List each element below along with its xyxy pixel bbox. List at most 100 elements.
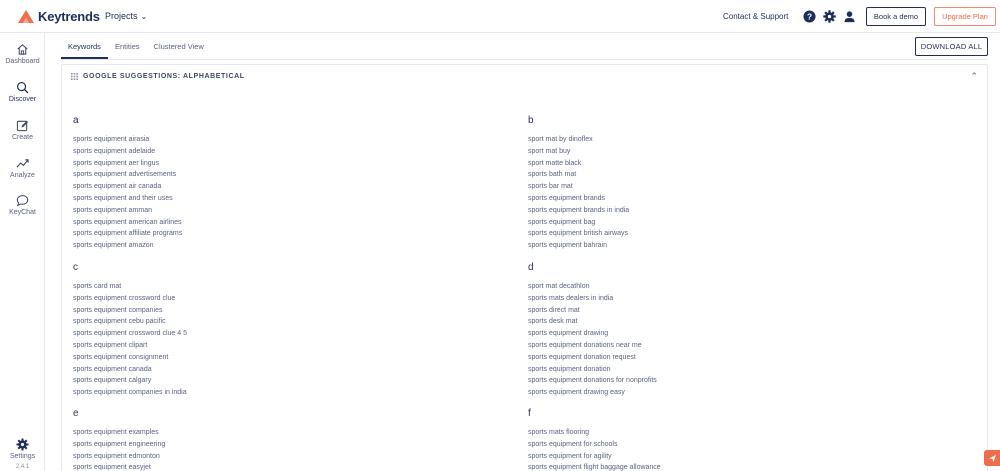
sidebar-item-create[interactable]: Create <box>0 119 45 141</box>
keyword-item[interactable]: sports mats flooring <box>528 427 928 439</box>
keyword-item[interactable]: sports equipment crossword clue <box>73 293 473 305</box>
sidebar-item-dashboard[interactable]: Dashboard <box>0 43 45 65</box>
keyword-item[interactable]: sports equipment engineering <box>73 439 473 451</box>
group-letter: b <box>528 115 534 126</box>
keyword-item[interactable]: sports equipment donations for nonprofit… <box>528 375 928 387</box>
app-name: Keytrends <box>38 9 100 24</box>
group-letter: f <box>528 408 531 419</box>
keyword-item[interactable]: sports equipment adelaide <box>73 146 473 158</box>
keyword-item[interactable]: sports equipment british airways <box>528 228 928 240</box>
send-icon <box>988 454 996 462</box>
feedback-button[interactable] <box>984 450 1000 466</box>
group-letter: d <box>528 262 534 273</box>
version-label: 2.4.1 <box>15 464 30 470</box>
sidebar-label-create: Create <box>11 134 33 141</box>
book-demo-button[interactable]: Book a demo <box>866 7 926 26</box>
keyword-item[interactable]: sports equipment cebu pacific <box>73 316 473 328</box>
keyword-item[interactable]: sports bar mat <box>528 181 928 193</box>
keyword-item[interactable]: sports equipment companies in india <box>73 387 473 399</box>
sidebar-item-keychat[interactable]: KeyChat <box>0 194 45 216</box>
keyword-item[interactable]: sports equipment bag <box>528 217 928 229</box>
gear-icon[interactable] <box>823 10 836 23</box>
home-icon <box>17 44 28 55</box>
group-letter: c <box>73 262 78 273</box>
keyword-item[interactable]: sports equipment airasia <box>73 134 473 146</box>
help-icon[interactable]: ? <box>803 10 816 23</box>
keyword-item[interactable]: sports equipment advertisements <box>73 169 473 181</box>
tab-entities[interactable]: Entities <box>108 40 147 59</box>
group-letter: e <box>73 408 79 419</box>
keyword-item[interactable]: sport mat buy <box>528 146 928 158</box>
keyword-item[interactable]: sports equipment donation <box>528 364 928 376</box>
chevron-down-icon: ⌄ <box>140 11 148 21</box>
keyword-item[interactable]: sports equipment flight baggage allowanc… <box>528 462 928 471</box>
keyword-item[interactable]: sports equipment air canada <box>73 181 473 193</box>
keyword-item[interactable]: sports equipment crossword clue 4 5 <box>73 328 473 340</box>
group-letter: a <box>73 115 79 126</box>
keyword-item[interactable]: sports equipment and their uses <box>73 193 473 205</box>
sidebar-item-discover[interactable]: Discover <box>0 81 45 103</box>
keyword-item[interactable]: sports equipment drawing <box>528 328 928 340</box>
trend-icon <box>16 159 29 168</box>
keyword-item[interactable]: sports equipment brands <box>528 193 928 205</box>
keyword-item[interactable]: sports equipment edmonton <box>73 451 473 463</box>
group-d: d sport mat decathlon sports mats dealer… <box>528 262 928 399</box>
keyword-item[interactable]: sports equipment calgary <box>73 375 473 387</box>
keyword-item[interactable]: sports equipment clipart <box>73 340 473 352</box>
chat-icon <box>16 195 29 207</box>
upgrade-plan-button[interactable]: Upgrade Plan <box>934 7 996 26</box>
card-header: GOOGLE SUGGESTIONS: ALPHABETICAL <box>71 73 245 80</box>
keyword-item[interactable]: sports equipment easyjet <box>73 462 473 471</box>
keyword-item[interactable]: sports equipment drawing easy <box>528 387 928 399</box>
logo[interactable]: Keytrends <box>18 9 100 24</box>
keyword-item[interactable]: sports equipment canada <box>73 364 473 376</box>
tab-keywords[interactable]: Keywords <box>61 40 108 59</box>
keytrends-logo-icon <box>18 10 34 23</box>
keyword-item[interactable]: sports equipment amman <box>73 205 473 217</box>
sidebar-item-analyze[interactable]: Analyze <box>0 157 45 179</box>
grid-icon <box>71 73 78 80</box>
keyword-item[interactable]: sports direct mat <box>528 305 928 317</box>
suggestions-card: GOOGLE SUGGESTIONS: ALPHABETICAL ⌃ a spo… <box>61 64 988 471</box>
keyword-item[interactable]: sports equipment american airlines <box>73 217 473 229</box>
keyword-item[interactable]: sports equipment examples <box>73 427 473 439</box>
svg-text:?: ? <box>807 12 812 22</box>
sidebar-label-keychat: KeyChat <box>9 209 36 216</box>
keyword-item[interactable]: sports equipment aer lingus <box>73 158 473 170</box>
keyword-item[interactable]: sports equipment amazon <box>73 240 473 252</box>
keyword-item[interactable]: sports mats dealers in india <box>528 293 928 305</box>
top-bar: Keytrends Projects ⌄ Contact & Support ?… <box>0 0 1000 33</box>
contact-support-link[interactable]: Contact & Support <box>723 12 788 21</box>
user-icon[interactable] <box>843 10 856 23</box>
keyword-item[interactable]: sports equipment for agility <box>528 451 928 463</box>
keyword-item[interactable]: sports equipment brands in india <box>528 205 928 217</box>
keyword-item[interactable]: sports bath mat <box>528 169 928 181</box>
keyword-item[interactable]: sports equipment for schools <box>528 439 928 451</box>
keyword-item[interactable]: sports equipment affiliate programs <box>73 228 473 240</box>
keyword-item[interactable]: sports card mat <box>73 281 473 293</box>
keyword-item[interactable]: sports equipment donation request <box>528 352 928 364</box>
group-a: a sports equipment airasia sports equipm… <box>73 115 473 252</box>
group-c: c sports card mat sports equipment cross… <box>73 262 473 399</box>
keyword-item[interactable]: sports desk mat <box>528 316 928 328</box>
keyword-item[interactable]: sports equipment donations near me <box>528 340 928 352</box>
tab-clustered-view[interactable]: Clustered View <box>147 40 211 59</box>
sidebar-label-settings: Settings <box>9 453 36 460</box>
sidebar-item-settings[interactable]: Settings <box>0 438 45 460</box>
projects-dropdown[interactable]: Projects ⌄ <box>105 11 147 21</box>
gear-icon <box>16 438 29 451</box>
group-b: b sport mat by dinoflex sport mat buy sp… <box>528 115 928 252</box>
keyword-item[interactable]: sport matte black <box>528 158 928 170</box>
sidebar-label-dashboard: Dashboard <box>5 58 40 65</box>
chevron-up-icon[interactable]: ⌃ <box>970 71 978 82</box>
keyword-item[interactable]: sports equipment companies <box>73 305 473 317</box>
projects-label: Projects <box>105 11 138 21</box>
edit-icon <box>16 120 29 132</box>
download-all-button[interactable]: DOWNLOAD ALL <box>915 37 988 56</box>
keyword-item[interactable]: sports equipment bahrain <box>528 240 928 252</box>
keyword-item[interactable]: sports equipment consignment <box>73 352 473 364</box>
card-title: GOOGLE SUGGESTIONS: ALPHABETICAL <box>83 73 245 80</box>
sidebar: Dashboard Discover Create Analyze KeyCha… <box>0 33 45 471</box>
keyword-item[interactable]: sport mat by dinoflex <box>528 134 928 146</box>
keyword-item[interactable]: sport mat decathlon <box>528 281 928 293</box>
